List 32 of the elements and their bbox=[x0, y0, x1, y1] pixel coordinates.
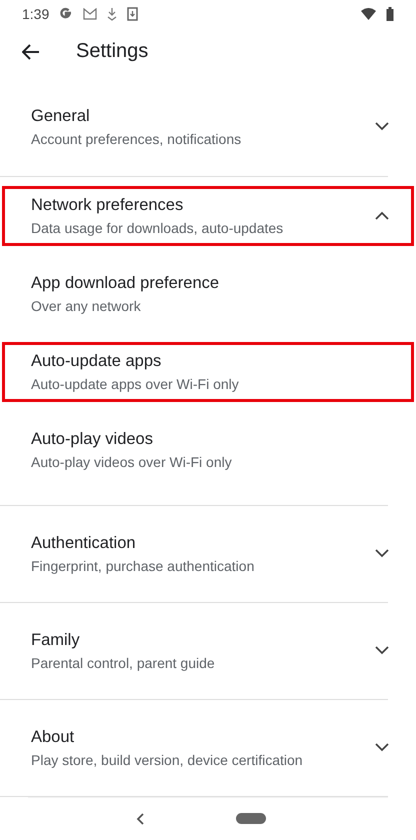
section-title[interactable]: General bbox=[31, 106, 375, 126]
download-box-icon bbox=[127, 7, 138, 22]
mail-icon bbox=[83, 8, 98, 20]
section-subtitle: Account preferences, notifications bbox=[31, 130, 242, 147]
battery-icon bbox=[386, 7, 394, 22]
chevron-down-icon[interactable] bbox=[375, 743, 389, 752]
chevron-down-icon[interactable] bbox=[375, 646, 389, 656]
setting-value: Auto-play videos over Wi-Fi only bbox=[31, 454, 233, 470]
chevron-down-icon[interactable] bbox=[375, 549, 389, 558]
section-title[interactable]: Authentication bbox=[31, 534, 375, 553]
section-title[interactable]: Network preferences bbox=[31, 196, 375, 215]
chevron-down-icon[interactable] bbox=[375, 122, 389, 132]
home-pill[interactable] bbox=[236, 813, 266, 824]
section-title[interactable]: About bbox=[31, 728, 375, 747]
setting-value: Over any network bbox=[31, 298, 142, 314]
nav-back-icon[interactable] bbox=[136, 812, 144, 825]
back-arrow-icon[interactable] bbox=[22, 44, 40, 60]
section-subtitle: Fingerprint, purchase authentication bbox=[31, 558, 256, 574]
section-subtitle: Parental control, parent guide bbox=[31, 654, 216, 671]
section-subtitle: Data usage for downloads, auto-updates bbox=[31, 220, 284, 236]
g-letter-icon bbox=[59, 7, 74, 22]
setting-title[interactable]: Auto-play videos bbox=[31, 430, 389, 449]
wifi-icon bbox=[361, 8, 376, 20]
status-time: 1:39 bbox=[22, 6, 50, 22]
section-subtitle: Play store, build version, device certification bbox=[31, 752, 304, 768]
setting-title[interactable]: App download preference bbox=[31, 274, 389, 293]
download-arrow-icon bbox=[107, 7, 118, 22]
chevron-up-icon[interactable] bbox=[375, 211, 389, 220]
page-title: Settings bbox=[76, 40, 148, 64]
setting-value: Auto-update apps over Wi-Fi only bbox=[31, 376, 240, 392]
section-title[interactable]: Family bbox=[31, 630, 375, 650]
setting-title[interactable]: Auto-update apps bbox=[31, 352, 389, 371]
